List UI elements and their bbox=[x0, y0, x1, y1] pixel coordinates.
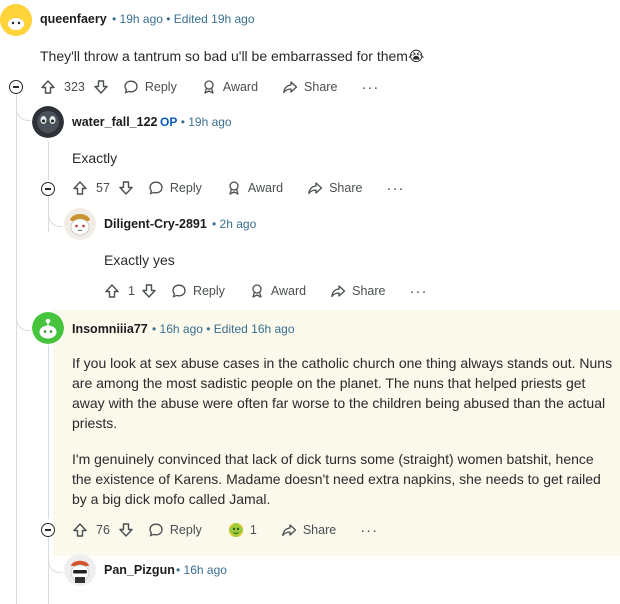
award-icon bbox=[252, 284, 262, 298]
thread-line bbox=[16, 92, 17, 604]
share-button[interactable]: Share bbox=[307, 180, 362, 196]
share-button[interactable]: Share bbox=[281, 522, 336, 538]
thread-elbow bbox=[48, 206, 63, 227]
award-label: Award bbox=[270, 284, 307, 298]
reply-label: Reply bbox=[169, 523, 202, 537]
comment-author[interactable]: Diligent-Cry-2891 bbox=[104, 217, 207, 231]
reply-icon bbox=[172, 284, 186, 298]
reply-icon bbox=[149, 181, 163, 195]
avatar[interactable] bbox=[32, 312, 64, 344]
comment-meta: OP • 19h ago bbox=[160, 115, 232, 129]
downvote-icon[interactable] bbox=[93, 79, 109, 95]
more-options-button[interactable]: ··· bbox=[361, 79, 379, 96]
avatar[interactable] bbox=[0, 4, 32, 36]
reply-button[interactable]: Reply bbox=[171, 283, 225, 299]
share-icon bbox=[308, 182, 323, 195]
upvote-icon[interactable] bbox=[72, 180, 88, 196]
reply-button[interactable]: Reply bbox=[123, 79, 177, 95]
comment-meta: • 2h ago bbox=[212, 217, 257, 231]
award-button[interactable]: Award bbox=[201, 79, 258, 95]
comment-paragraph: I'm genuinely convinced that lack of dic… bbox=[72, 451, 601, 507]
downvote-icon[interactable] bbox=[118, 180, 134, 196]
comment-body: Exactly yes bbox=[104, 252, 175, 268]
share-icon bbox=[281, 524, 296, 537]
more-options-button[interactable]: ··· bbox=[410, 283, 428, 300]
thread-line bbox=[48, 142, 49, 180]
award-label: Award bbox=[222, 80, 259, 94]
avatar[interactable] bbox=[64, 208, 96, 240]
upvote-icon[interactable] bbox=[72, 522, 88, 538]
reply-button[interactable]: Reply bbox=[148, 522, 202, 538]
comment-time: • 19h ago bbox=[180, 115, 232, 129]
op-badge: OP bbox=[160, 115, 178, 129]
reply-icon bbox=[149, 523, 163, 537]
collapse-button[interactable] bbox=[41, 523, 55, 537]
share-label: Share bbox=[329, 181, 363, 195]
award-badge-icon bbox=[228, 523, 243, 537]
more-options-button[interactable]: ··· bbox=[386, 180, 404, 197]
more-options-button[interactable]: ··· bbox=[360, 522, 378, 539]
comment-author[interactable]: water_fall_122 bbox=[72, 115, 157, 129]
vote-count: 323 bbox=[64, 80, 85, 94]
share-icon bbox=[331, 285, 346, 298]
award-button[interactable]: 1 bbox=[226, 520, 257, 540]
avatar[interactable] bbox=[32, 106, 64, 138]
comment-author[interactable]: Insomniiia77 bbox=[72, 322, 148, 336]
reply-icon bbox=[124, 80, 138, 94]
award-label: Award bbox=[247, 181, 284, 195]
avatar[interactable] bbox=[64, 554, 96, 586]
collapse-button[interactable] bbox=[9, 80, 23, 94]
reply-button[interactable]: Reply bbox=[148, 180, 202, 196]
share-label: Share bbox=[302, 523, 337, 537]
comment-body: They'll throw a tantrum so bad u'll be e… bbox=[40, 48, 425, 64]
thread-elbow bbox=[16, 100, 31, 121]
comment-meta: • 16h ago bbox=[176, 563, 227, 577]
share-button[interactable]: Share bbox=[282, 79, 337, 95]
comment-paragraph: If you look at sex abuse cases in the ca… bbox=[72, 355, 613, 431]
thread-line bbox=[48, 536, 49, 604]
comment-body: If you look at sex abuse cases in the ca… bbox=[72, 353, 617, 509]
upvote-icon[interactable] bbox=[104, 283, 120, 299]
award-button[interactable]: Award bbox=[249, 283, 306, 299]
thread-line bbox=[48, 345, 49, 519]
vote-count: 76 bbox=[96, 523, 110, 537]
comment-author[interactable]: Pan_Pizgun bbox=[104, 563, 175, 577]
upvote-icon[interactable] bbox=[40, 79, 56, 95]
share-button[interactable]: Share bbox=[330, 283, 386, 299]
vote-count: 1 bbox=[128, 284, 135, 298]
collapse-button[interactable] bbox=[41, 182, 55, 196]
comment-actions: 323 Reply Award Share ··· bbox=[40, 77, 379, 97]
award-button[interactable]: Award bbox=[226, 180, 283, 196]
vote-count: 57 bbox=[96, 181, 110, 195]
comment-meta: • 19h ago • Edited 19h ago bbox=[112, 12, 255, 26]
comment-meta: • 16h ago • Edited 16h ago bbox=[152, 322, 295, 336]
reply-label: Reply bbox=[192, 284, 225, 298]
share-label: Share bbox=[304, 80, 338, 94]
comment-actions: 76 Reply 1 Share ··· bbox=[72, 520, 378, 540]
comment-actions: 1 Reply Award Share ··· bbox=[104, 281, 428, 301]
downvote-icon[interactable] bbox=[118, 522, 134, 538]
downvote-icon[interactable] bbox=[141, 283, 157, 299]
thread-elbow bbox=[16, 310, 31, 331]
comment-body: Exactly bbox=[72, 150, 118, 166]
award-icon bbox=[229, 181, 239, 195]
award-icon bbox=[204, 80, 214, 94]
share-label: Share bbox=[352, 284, 386, 298]
award-count: 1 bbox=[249, 523, 257, 537]
comment-author[interactable]: queenfaery bbox=[40, 12, 107, 26]
reply-label: Reply bbox=[169, 181, 202, 195]
comment-actions: 57 Reply Award Share ··· bbox=[72, 178, 404, 198]
share-icon bbox=[283, 81, 298, 94]
reply-label: Reply bbox=[144, 80, 177, 94]
